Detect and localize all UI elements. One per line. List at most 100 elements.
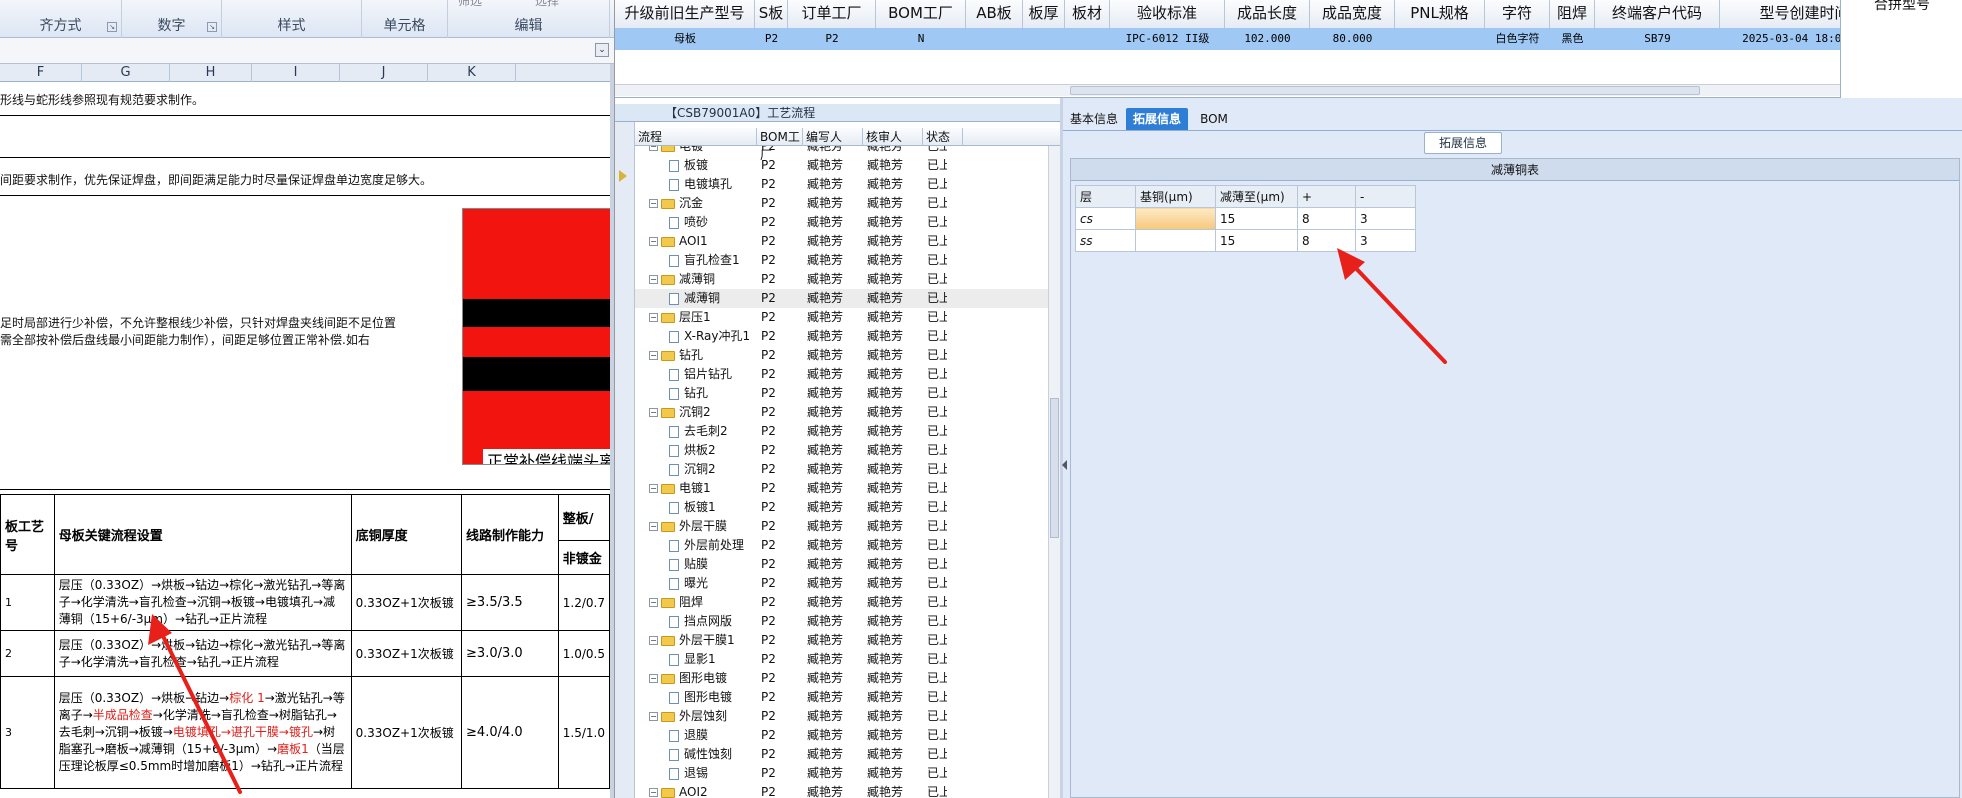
grid-header-cell[interactable]: 基铜(μm) (1135, 185, 1216, 208)
tree-column-header[interactable]: 状态 (923, 128, 963, 146)
tree-row[interactable]: 钻孔P2臧艳芳臧艳芳已上网 (635, 384, 1060, 403)
grid-cell[interactable]: cs (1075, 207, 1136, 230)
column-header[interactable]: G (82, 64, 170, 82)
grid-column-header[interactable]: PNL规格 (1395, 0, 1485, 28)
tree-node[interactable]: 盲孔检查1 (669, 251, 740, 270)
tree-node[interactable]: 挡点网版 (669, 612, 732, 631)
tree-row[interactable]: 退膜P2臧艳芳臧艳芳已上网 (635, 726, 1060, 745)
grid-column-header[interactable]: 阻焊 (1550, 0, 1595, 28)
tree-node[interactable]: − 图形电镀 (649, 669, 727, 688)
grid-header-cell[interactable]: - (1355, 185, 1416, 208)
tree-row[interactable]: −沉铜2P2臧艳芳臧艳芳已上网 (635, 403, 1060, 422)
collapse-left-icon[interactable] (1062, 460, 1067, 470)
grid-cell[interactable]: P2 (788, 28, 876, 50)
tree-row[interactable]: −外层干膜1P2臧艳芳臧艳芳已上网 (635, 631, 1060, 650)
tree-row[interactable]: 板镀1P2臧艳芳臧艳芳已上网 (635, 498, 1060, 517)
tree-node[interactable]: − 减薄铜 (649, 270, 715, 289)
grid-cell[interactable]: SB79 (1595, 28, 1720, 50)
tree-row[interactable]: 碱性蚀刻P2臧艳芳臧艳芳已上网 (635, 745, 1060, 764)
collapse-icon[interactable]: − (649, 636, 658, 645)
tree-node[interactable]: 电镀填孔 (669, 175, 732, 194)
tab-1[interactable]: 拓展信息 (1126, 108, 1188, 130)
tree-column-header[interactable]: BOM工厂 (757, 128, 803, 162)
tree-row[interactable]: 板镀P2臧艳芳臧艳芳已上网 (635, 156, 1060, 175)
collapse-icon[interactable]: − (649, 674, 658, 683)
grid-column-header[interactable]: 升级前旧生产型号 (615, 0, 755, 28)
tree-collapse-strip[interactable] (615, 122, 635, 798)
collapse-icon[interactable]: − (649, 484, 658, 493)
dialog-launcher-icon[interactable]: ↘ (207, 22, 217, 32)
tree-node[interactable]: − 电镀 (649, 146, 703, 156)
grid-row[interactable]: cs 15 8 3 (1075, 207, 1416, 230)
tree-row[interactable]: 电镀填孔P2臧艳芳臧艳芳已上网 (635, 175, 1060, 194)
collapse-icon[interactable]: − (649, 408, 658, 417)
tree-node[interactable]: 钻孔 (669, 384, 708, 403)
compensation-image[interactable]: 正常补偿线端头离=盘线间距最小 (462, 208, 612, 465)
ribbon-partial-button[interactable]: 筛选 (458, 0, 482, 9)
tree-row[interactable]: −电镀1P2臧艳芳臧艳芳已上网 (635, 479, 1060, 498)
grid-cell[interactable]: 102.000 (1225, 28, 1310, 50)
tree-row[interactable]: −外层蚀刻P2臧艳芳臧艳芳已上网 (635, 707, 1060, 726)
dialog-launcher-icon[interactable]: ↘ (107, 22, 117, 32)
grid-column-header[interactable]: BOM工厂 (876, 0, 966, 28)
grid-cell[interactable] (966, 28, 1023, 50)
tree-row[interactable]: 去毛刺2P2臧艳芳臧艳芳已上网 (635, 422, 1060, 441)
grid-cell[interactable]: 80.000 (1310, 28, 1395, 50)
collapse-icon[interactable]: − (649, 199, 658, 208)
collapse-icon[interactable]: − (649, 351, 658, 360)
tree-node[interactable]: 喷砂 (669, 213, 708, 232)
collapse-icon[interactable]: − (649, 146, 658, 151)
grid-column-header[interactable]: 板厚 (1023, 0, 1065, 28)
grid-cell[interactable]: 3 (1355, 229, 1416, 252)
grid-cell[interactable]: P2 (755, 28, 788, 50)
grid-cell[interactable]: 白色字符 (1485, 28, 1550, 50)
tree-row[interactable]: 铝片钻孔P2臧艳芳臧艳芳已上网 (635, 365, 1060, 384)
expand-arrow-icon[interactable] (619, 170, 627, 182)
tree-row[interactable]: X-Ray冲孔1P2臧艳芳臧艳芳已上网 (635, 327, 1060, 346)
tree-row[interactable]: −阻焊P2臧艳芳臧艳芳已上网 (635, 593, 1060, 612)
panel-splitter[interactable] (1060, 98, 1063, 798)
collapse-icon[interactable]: − (649, 598, 658, 607)
tree-row[interactable]: −减薄铜P2臧艳芳臧艳芳已上网 (635, 270, 1060, 289)
formula-bar[interactable]: ⌄ (0, 38, 614, 64)
grid-column-header[interactable]: 订单工厂 (788, 0, 876, 28)
tree-node[interactable]: − 钻孔 (649, 346, 703, 365)
tree-row[interactable]: −电镀P2臧艳芳臧艳芳已上网 (635, 146, 1060, 156)
tree-node[interactable]: X-Ray冲孔1 (669, 327, 750, 346)
collapse-icon[interactable]: − (649, 712, 658, 721)
grid-cell[interactable]: 母板 (615, 28, 755, 50)
tree-row[interactable]: −钻孔P2臧艳芳臧艳芳已上网 (635, 346, 1060, 365)
grid-cell[interactable] (1395, 28, 1485, 50)
tree-node[interactable]: 铝片钻孔 (669, 365, 732, 384)
grid-cell[interactable]: ss (1075, 229, 1136, 252)
tree-node[interactable]: − 阻焊 (649, 593, 703, 612)
tree-node[interactable]: − 电镀1 (649, 479, 711, 498)
tree-node[interactable]: 退锡 (669, 764, 708, 783)
tree-node[interactable]: 去毛刺2 (669, 422, 728, 441)
tree-node[interactable]: − 层压1 (649, 308, 711, 327)
grid-header-cell[interactable]: 减薄至(μm) (1215, 185, 1298, 208)
grid-column-header[interactable]: S板 (755, 0, 788, 28)
tree-node[interactable]: − AOI2 (649, 783, 708, 798)
tree-node[interactable]: 烘板2 (669, 441, 716, 460)
tree-node[interactable]: 图形电镀 (669, 688, 732, 707)
grid-column-header[interactable]: 成品宽度 (1310, 0, 1395, 28)
tree-node[interactable]: − 外层干膜 (649, 517, 727, 536)
tree-row[interactable]: 贴膜P2臧艳芳臧艳芳已上网 (635, 555, 1060, 574)
tree-row[interactable]: 退锡P2臧艳芳臧艳芳已上网 (635, 764, 1060, 783)
model-grid-hscroll-thumb[interactable] (1070, 86, 1700, 95)
tree-row[interactable]: 沉铜2P2臧艳芳臧艳芳已上网 (635, 460, 1060, 479)
tab-2[interactable]: BOM (1196, 108, 1232, 130)
tree-node[interactable]: − AOI1 (649, 232, 708, 251)
tree-node[interactable]: − 沉金 (649, 194, 703, 213)
collapse-icon[interactable]: − (649, 313, 658, 322)
tree-row[interactable]: 烘板2P2臧艳芳臧艳芳已上网 (635, 441, 1060, 460)
grid-cell[interactable]: N (876, 28, 966, 50)
tree-node[interactable]: 贴膜 (669, 555, 708, 574)
tree-row[interactable]: 显影1P2臧艳芳臧艳芳已上网 (635, 650, 1060, 669)
tree-row[interactable]: −AOI1P2臧艳芳臧艳芳已上网 (635, 232, 1060, 251)
grid-column-header[interactable]: 成品长度 (1225, 0, 1310, 28)
grid-cell[interactable]: 15 (1215, 207, 1298, 230)
tree-node[interactable]: − 沉铜2 (649, 403, 711, 422)
process-tree[interactable]: −电镀P2臧艳芳臧艳芳已上网板镀P2臧艳芳臧艳芳已上网电镀填孔P2臧艳芳臧艳芳已… (635, 146, 1060, 798)
